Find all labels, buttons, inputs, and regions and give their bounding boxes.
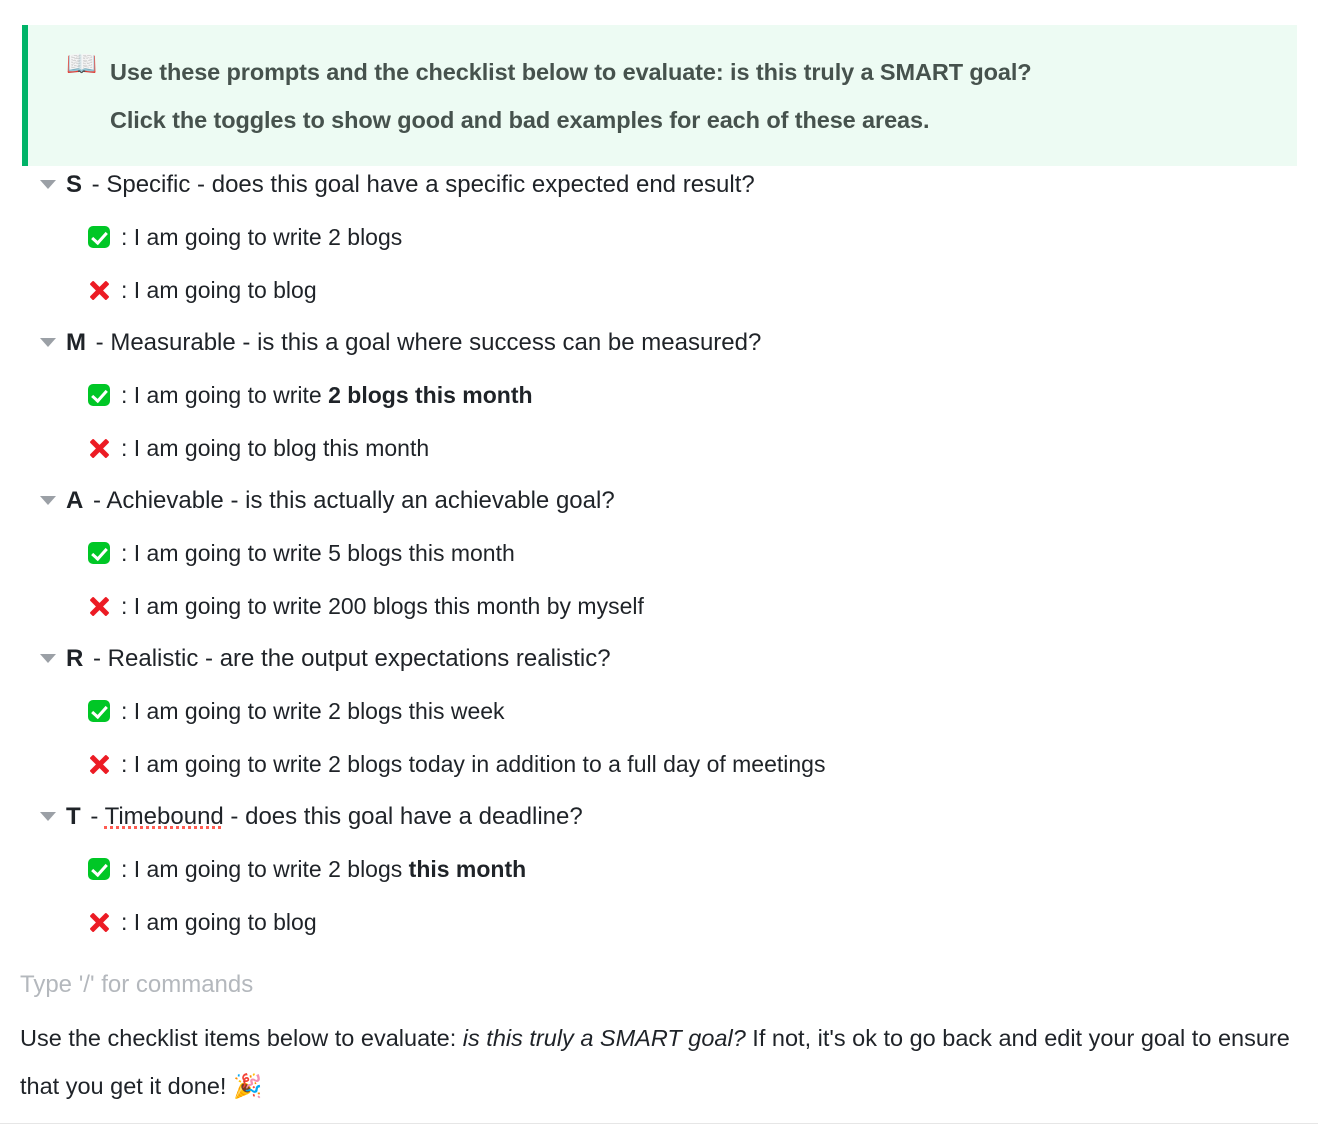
example-row-good: : I am going to write 5 blogs this month: [0, 536, 1318, 589]
toggle-letter: S: [66, 171, 83, 198]
cross-mark-icon: [88, 273, 121, 307]
toggle-block-achievable: A - Achievable - is this actually an ach…: [0, 484, 1318, 642]
example-text-good: : I am going to write 2 blogs this week: [121, 694, 1318, 728]
example-text-good: : I am going to write 5 blogs this month: [121, 536, 1318, 570]
example-row-bad: : I am going to blog: [0, 905, 1318, 958]
white-check-mark-icon: [88, 220, 121, 254]
toggle-title-achievable: A - Achievable - is this actually an ach…: [66, 484, 1318, 518]
toggle-header-realistic[interactable]: R - Realistic - are the output expectati…: [0, 642, 1318, 694]
toggle-block-measurable: M - Measurable - is this a goal where su…: [0, 326, 1318, 484]
callout-accent-bar: [22, 25, 28, 166]
toggle-keyword-misspelled: Timebound: [104, 803, 224, 830]
toggle-letter: T: [66, 803, 81, 830]
smart-toggle-list: S - Specific - does this goal have a spe…: [0, 168, 1318, 958]
chevron-down-icon[interactable]: [40, 809, 66, 825]
example-prefix: : I am going to write 2 blogs today in a…: [121, 751, 826, 777]
example-prefix: : I am going to write 5 blogs this month: [121, 540, 515, 566]
closing-paragraph: Use the checklist items below to evaluat…: [20, 1014, 1292, 1110]
example-text-bad: : I am going to write 2 blogs today in a…: [121, 747, 1318, 781]
example-row-bad: : I am going to write 2 blogs today in a…: [0, 747, 1318, 800]
open-book-icon: 📖: [66, 50, 98, 78]
editor-placeholder[interactable]: Type '/' for commands: [20, 968, 253, 1002]
toggle-title-timebound: T - Timebound - does this goal have a de…: [66, 800, 1318, 834]
closing-italic: is this truly a SMART goal?: [462, 1025, 746, 1051]
example-text-bad: : I am going to blog this month: [121, 431, 1318, 465]
toggle-title-before: -: [86, 487, 107, 514]
example-text-bad: : I am going to blog: [121, 905, 1318, 939]
toggle-title-before: -: [85, 171, 107, 198]
toggle-title-before: -: [86, 645, 108, 672]
example-prefix: : I am going to write 2 blogs: [121, 856, 409, 882]
toggle-title-after: - does this goal have a specific expecte…: [190, 171, 755, 198]
example-row-bad: : I am going to blog: [0, 273, 1318, 326]
toggle-title-realistic: R - Realistic - are the output expectati…: [66, 642, 1318, 676]
chevron-down-icon[interactable]: [40, 177, 66, 193]
white-check-mark-icon: [88, 852, 121, 886]
example-text-good: : I am going to write 2 blogs: [121, 220, 1318, 254]
cross-mark-icon: [88, 905, 121, 939]
example-bold: this month: [408, 856, 527, 882]
cross-mark-icon: [88, 431, 121, 465]
chevron-down-icon[interactable]: [40, 493, 66, 509]
toggle-keyword: Measurable: [110, 329, 236, 356]
toggle-block-timebound: T - Timebound - does this goal have a de…: [0, 800, 1318, 958]
chevron-down-icon[interactable]: [40, 335, 66, 351]
example-text-good: : I am going to write 2 blogs this month: [121, 378, 1318, 412]
toggle-letter: A: [66, 487, 84, 514]
white-check-mark-icon: [88, 694, 121, 728]
cross-mark-icon: [88, 589, 121, 623]
toggle-letter: R: [66, 645, 84, 672]
example-text-good: : I am going to write 2 blogs this month: [121, 852, 1318, 886]
toggle-keyword: Realistic: [107, 645, 199, 672]
example-bold: 2 blogs this month: [328, 382, 533, 408]
toggle-keyword: Achievable: [106, 487, 224, 514]
closing-part-1: Use the checklist items below to evaluat…: [20, 1025, 463, 1051]
toggle-title-after: - is this a goal where success can be me…: [235, 329, 762, 356]
party-popper-icon: 🎉: [232, 1073, 263, 1099]
toggle-header-timebound[interactable]: T - Timebound - does this goal have a de…: [0, 800, 1318, 852]
cross-mark-icon: [88, 747, 121, 781]
example-prefix: : I am going to blog: [121, 909, 317, 935]
example-row-good: : I am going to write 2 blogs this month: [0, 852, 1318, 905]
example-row-good: : I am going to write 2 blogs this week: [0, 694, 1318, 747]
white-check-mark-icon: [88, 536, 121, 570]
toggle-header-specific[interactable]: S - Specific - does this goal have a spe…: [0, 168, 1318, 220]
example-prefix: : I am going to write 200 blogs this mon…: [121, 593, 644, 619]
toggle-title-after: - are the output expectations realistic?: [198, 645, 611, 672]
toggle-title-before: -: [89, 329, 111, 356]
toggle-title-after: - is this actually an achievable goal?: [223, 487, 615, 514]
toggle-title-before: -: [83, 803, 105, 830]
example-prefix: : I am going to write 2 blogs: [121, 224, 403, 250]
toggle-title-after: - does this goal have a deadline?: [223, 803, 583, 830]
callout-text: Use these prompts and the checklist belo…: [110, 47, 1277, 144]
example-row-bad: : I am going to blog this month: [0, 431, 1318, 484]
example-text-bad: : I am going to blog: [121, 273, 1318, 307]
example-row-good: : I am going to write 2 blogs: [0, 220, 1318, 273]
example-prefix: : I am going to blog: [121, 277, 317, 303]
white-check-mark-icon: [88, 378, 121, 412]
example-prefix: : I am going to write: [121, 382, 329, 408]
example-row-good: : I am going to write 2 blogs this month: [0, 378, 1318, 431]
example-prefix: : I am going to blog this month: [121, 435, 430, 461]
callout-line-2: Click the toggles to show good and bad e…: [110, 107, 930, 133]
toggle-header-achievable[interactable]: A - Achievable - is this actually an ach…: [0, 484, 1318, 536]
smart-goal-callout: 📖 Use these prompts and the checklist be…: [22, 25, 1297, 166]
callout-line-1: Use these prompts and the checklist belo…: [110, 59, 1032, 85]
toggle-block-specific: S - Specific - does this goal have a spe…: [0, 168, 1318, 326]
toggle-title-measurable: M - Measurable - is this a goal where su…: [66, 326, 1318, 360]
toggle-keyword: Specific: [106, 171, 191, 198]
example-text-bad: : I am going to write 200 blogs this mon…: [121, 589, 1318, 623]
chevron-down-icon[interactable]: [40, 651, 66, 667]
toggle-header-measurable[interactable]: M - Measurable - is this a goal where su…: [0, 326, 1318, 378]
toggle-title-specific: S - Specific - does this goal have a spe…: [66, 168, 1318, 202]
toggle-letter: M: [66, 329, 86, 356]
example-row-bad: : I am going to write 200 blogs this mon…: [0, 589, 1318, 642]
example-prefix: : I am going to write 2 blogs this week: [121, 698, 505, 724]
toggle-block-realistic: R - Realistic - are the output expectati…: [0, 642, 1318, 800]
